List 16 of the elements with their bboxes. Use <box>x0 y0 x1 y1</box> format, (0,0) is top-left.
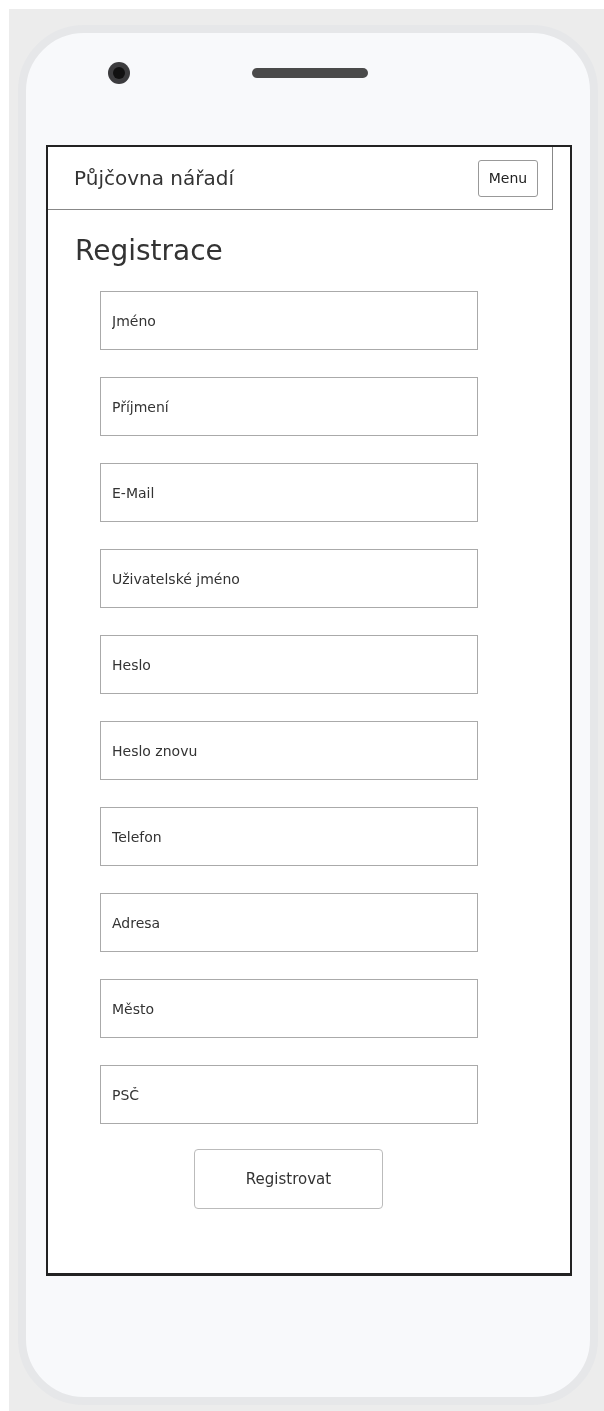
input-field[interactable]: Uživatelské jméno <box>100 549 478 608</box>
speaker-icon <box>252 68 368 78</box>
input-field[interactable]: E-Mail <box>100 463 478 522</box>
register-button[interactable]: Registrovat <box>194 1149 383 1209</box>
input-field[interactable]: Heslo <box>100 635 478 694</box>
page-title: Registrace <box>75 234 224 267</box>
input-field[interactable]: Město <box>100 979 478 1038</box>
app-title: Půjčovna nářadí <box>74 166 234 190</box>
input-field[interactable]: Adresa <box>100 893 478 952</box>
input-field[interactable]: Heslo znovu <box>100 721 478 780</box>
input-field[interactable]: Příjmení <box>100 377 478 436</box>
menu-button[interactable]: Menu <box>478 159 538 197</box>
input-field[interactable]: Jméno <box>100 291 478 350</box>
input-field[interactable]: Telefon <box>100 807 478 866</box>
input-field[interactable]: PSČ <box>100 1065 478 1124</box>
camera-icon <box>108 62 130 84</box>
